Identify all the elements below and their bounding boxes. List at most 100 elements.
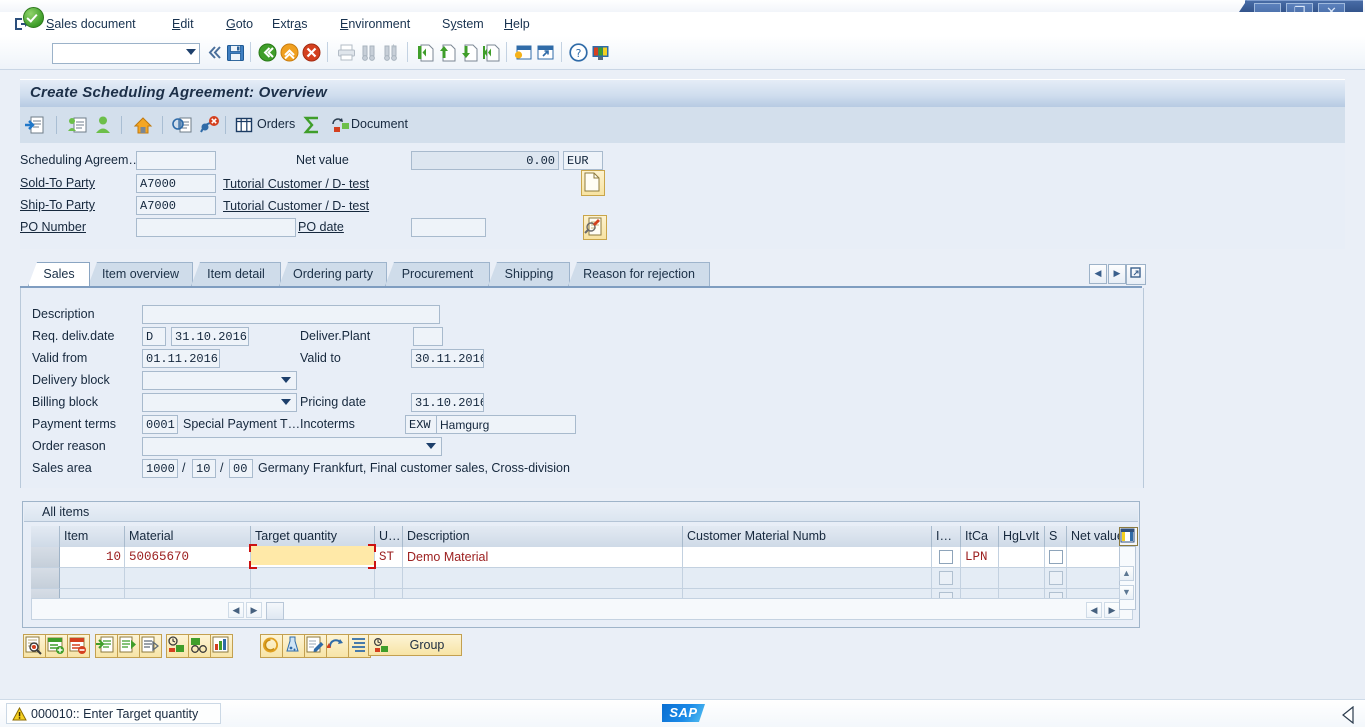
delivery-block-chevron-down-icon[interactable] [281, 377, 291, 383]
menu-edit[interactable]: Edit [168, 16, 198, 33]
display-partner-icon[interactable] [583, 215, 607, 240]
back-green-icon[interactable] [257, 42, 278, 63]
menu-help[interactable]: Help [500, 16, 534, 33]
col-itca[interactable]: ItCa [961, 526, 999, 547]
cell-target-quantity[interactable] [251, 568, 375, 589]
display-document-icon[interactable] [66, 114, 88, 136]
sold-to-input[interactable]: A7000 [136, 174, 216, 193]
billing-block-select[interactable] [142, 393, 297, 412]
order-reason-select[interactable] [142, 437, 442, 456]
tab-sales[interactable]: Sales [28, 262, 90, 286]
scroll-left-icon[interactable]: ◀ [228, 602, 244, 618]
insert-row-icon[interactable] [45, 634, 68, 658]
req-deliv-date-input[interactable]: 31.10.2016 [171, 327, 249, 346]
cell-i[interactable] [932, 547, 961, 568]
cell-material[interactable]: 50065670 [125, 547, 251, 568]
menu-goto[interactable]: Goto [222, 16, 257, 33]
cell-itca[interactable]: LPN [961, 547, 999, 568]
po-number-input[interactable] [136, 218, 296, 237]
page-right-icon[interactable]: ▶ [1104, 602, 1120, 618]
availability-icon[interactable] [188, 634, 211, 658]
tab-shipping[interactable]: Shipping [488, 262, 570, 286]
po-date-input[interactable] [411, 218, 486, 237]
tab-reason-for-rejection[interactable]: Reason for rejection [568, 262, 710, 286]
incoterms-code[interactable]: EXW [405, 415, 437, 434]
pricing-icon[interactable] [260, 634, 283, 658]
schedule-lines-icon[interactable] [166, 634, 189, 658]
tab-ordering-party[interactable]: Ordering party [279, 262, 387, 286]
cell-description[interactable] [403, 568, 683, 589]
item-detail-icon[interactable] [95, 634, 118, 658]
document-flow-icon[interactable] [330, 114, 352, 136]
menu-system[interactable]: System [438, 16, 488, 33]
description-input[interactable] [142, 305, 440, 324]
page-left-icon[interactable]: ◀ [1086, 602, 1102, 618]
previous-page-icon[interactable] [436, 42, 457, 63]
search-document-icon[interactable] [24, 114, 46, 136]
customize-layout-icon[interactable] [590, 42, 611, 63]
order-reason-chevron-down-icon[interactable] [426, 443, 436, 449]
col-material[interactable]: Material [125, 526, 251, 547]
col-i[interactable]: I… [932, 526, 961, 547]
table-row[interactable] [31, 568, 1133, 589]
menu-environment[interactable]: Environment [336, 16, 414, 33]
payment-terms-code[interactable]: 0001 [142, 415, 178, 434]
cell-s[interactable] [1045, 568, 1067, 589]
header-details-icon[interactable] [132, 114, 154, 136]
tab-next-button[interactable]: ▶ [1108, 264, 1126, 284]
row-selector[interactable] [31, 547, 60, 568]
last-page-icon[interactable] [480, 42, 501, 63]
valid-to-input[interactable]: 30.11.2016 [411, 349, 484, 368]
copy-document-icon[interactable] [172, 114, 194, 136]
menu-extras[interactable]: Extras [268, 16, 311, 33]
division-input[interactable]: 00 [229, 459, 253, 478]
checkbox-s[interactable] [1049, 571, 1063, 585]
req-deliv-date-type[interactable]: D [142, 327, 166, 346]
item-list-icon[interactable] [139, 634, 162, 658]
cell-uom[interactable]: ST [375, 547, 403, 568]
next-item-icon[interactable] [117, 634, 140, 658]
menu-sales-document[interactable]: Sales document [42, 16, 140, 33]
table-settings-icon[interactable] [1119, 527, 1138, 546]
cell-item[interactable]: 10 [60, 547, 125, 568]
checkbox-s[interactable] [1049, 550, 1063, 564]
create-session-icon[interactable] [513, 42, 534, 63]
new-document-icon[interactable] [581, 170, 605, 196]
col-target-quantity[interactable]: Target quantity [251, 526, 375, 547]
row-selector[interactable] [31, 568, 60, 589]
col-item[interactable]: Item [60, 526, 125, 547]
currency-field[interactable]: EUR [563, 151, 603, 170]
cell-customer-material[interactable] [683, 568, 932, 589]
items-horizontal-scrollbar[interactable]: ◀ ▶ ◀ ▶ [31, 598, 1133, 620]
rejection-icon[interactable] [326, 634, 349, 658]
display-item-icon[interactable] [23, 634, 46, 658]
tab-prev-button[interactable]: ◀ [1089, 264, 1107, 284]
target-quantity-focus-cell[interactable] [251, 546, 374, 565]
configuration-icon[interactable] [282, 634, 305, 658]
valid-from-input[interactable]: 01.11.2016 [142, 349, 220, 368]
table-row[interactable]: 10 50065670 ST Demo Material LPN [31, 547, 1133, 568]
cell-hglvit[interactable] [999, 547, 1045, 568]
save-icon[interactable] [225, 42, 246, 63]
cell-hglvit[interactable] [999, 568, 1045, 589]
cell-item[interactable] [60, 568, 125, 589]
command-field[interactable] [52, 43, 200, 64]
cell-uom[interactable] [375, 568, 403, 589]
next-page-icon[interactable] [458, 42, 479, 63]
items-vertical-scrollbar[interactable]: ▲ ▼ [1119, 546, 1136, 610]
reject-document-icon[interactable] [198, 114, 220, 136]
cell-description[interactable]: Demo Material [403, 547, 683, 568]
tab-procurement[interactable]: Procurement [385, 262, 490, 286]
edit-note-icon[interactable] [304, 634, 327, 658]
tab-item-detail[interactable]: Item detail [191, 262, 281, 286]
ship-to-input[interactable]: A7000 [136, 196, 216, 215]
cell-itca[interactable] [961, 568, 999, 589]
deliver-plant-input[interactable] [413, 327, 443, 346]
exit-yellow-icon[interactable] [279, 42, 300, 63]
cell-material[interactable] [125, 568, 251, 589]
cancel-red-icon[interactable] [301, 42, 322, 63]
delete-row-icon[interactable] [67, 634, 90, 658]
collapse-toolbar-icon[interactable] [204, 42, 225, 63]
report-icon[interactable] [210, 634, 233, 658]
pricing-date-input[interactable]: 31.10.2016 [411, 393, 484, 412]
